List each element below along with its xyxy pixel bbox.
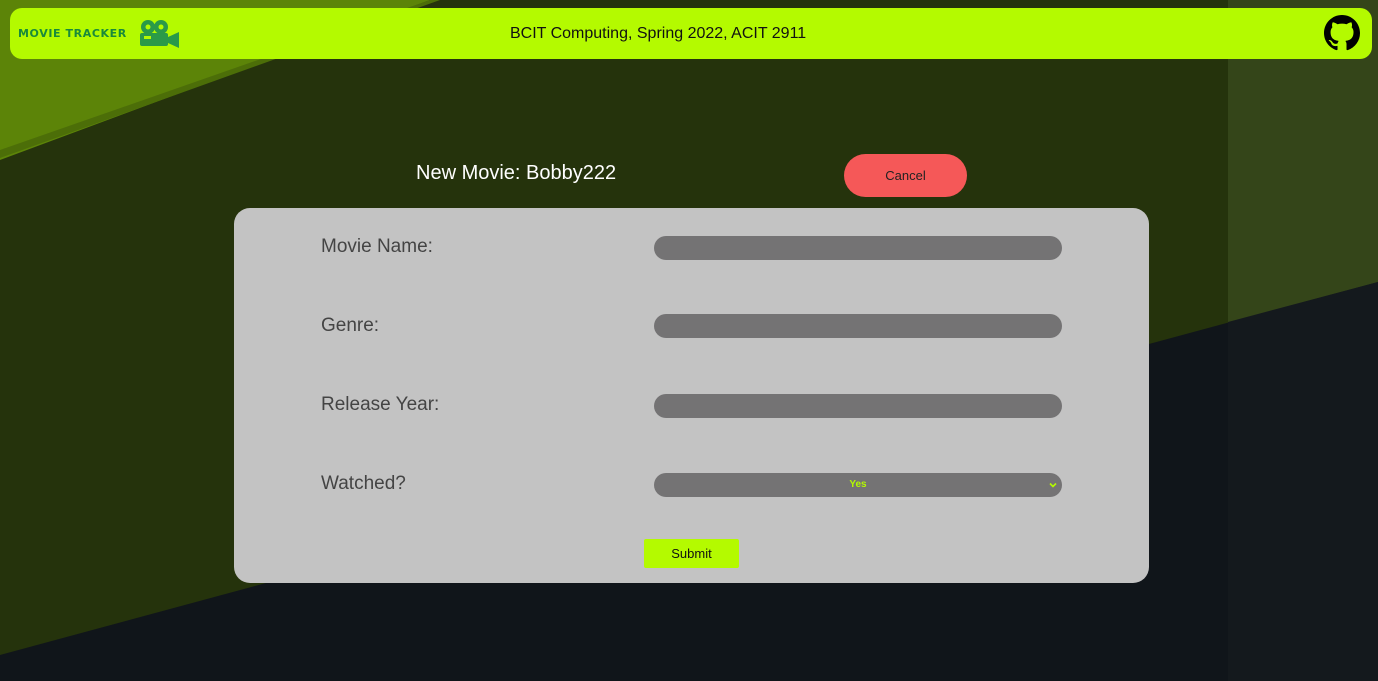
submit-button[interactable]: Submit — [644, 539, 739, 568]
genre-input[interactable] — [654, 314, 1062, 338]
brand-logo[interactable]: MOVIE TRACKER — [18, 8, 181, 59]
movie-name-label: Movie Name: — [321, 236, 433, 257]
cancel-button[interactable]: Cancel — [844, 154, 967, 197]
chevron-down-icon — [1049, 482, 1057, 488]
new-movie-form: Movie Name: Genre: Release Year: Watched… — [234, 208, 1149, 583]
film-camera-icon — [139, 19, 179, 48]
release-year-input[interactable] — [654, 394, 1062, 418]
release-year-label: Release Year: — [321, 394, 440, 415]
movie-name-input[interactable] — [654, 236, 1062, 260]
brand-name: MOVIE TRACKER — [18, 27, 127, 40]
genre-label: Genre: — [321, 315, 380, 336]
course-info: BCIT Computing, Spring 2022, ACIT 2911 — [510, 25, 807, 42]
github-icon[interactable] — [1324, 15, 1360, 51]
top-nav-bar: MOVIE TRACKER BCIT Computing, Spring 202… — [10, 8, 1372, 59]
page-title: New Movie: Bobby222 — [416, 162, 617, 184]
watched-selected-value: Yes — [849, 479, 867, 490]
watched-label: Watched? — [321, 473, 406, 494]
watched-select[interactable]: Yes — [654, 473, 1062, 497]
